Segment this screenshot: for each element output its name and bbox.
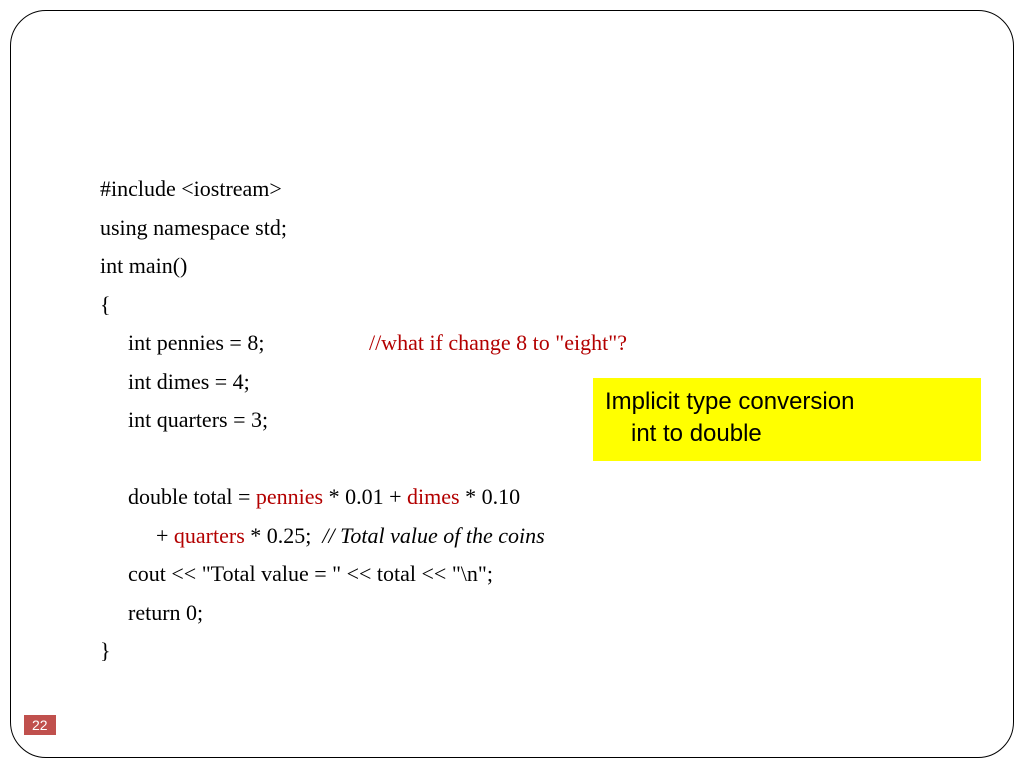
code-variable: dimes <box>407 484 460 509</box>
code-text: * 0.01 + <box>323 484 407 509</box>
code-variable: pennies <box>256 484 323 509</box>
code-variable: quarters <box>174 523 245 548</box>
callout-annotation: Implicit type conversion int to double <box>593 378 981 461</box>
callout-line: int to double <box>605 418 969 450</box>
code-line: int quarters = 3; <box>100 401 627 440</box>
code-line: + quarters * 0.25; // Total value of the… <box>100 517 627 556</box>
code-line: { <box>100 286 627 325</box>
page-number: 22 <box>24 715 56 735</box>
code-gap <box>264 330 369 355</box>
code-line: int pennies = 8; //what if change 8 to "… <box>100 324 627 363</box>
code-comment: //what if change 8 to "eight"? <box>369 330 627 355</box>
code-text: double total = <box>128 484 256 509</box>
code-line: #include <iostream> <box>100 170 627 209</box>
code-text: int pennies = 8; <box>128 330 264 355</box>
code-line: } <box>100 632 627 671</box>
code-block: #include <iostream> using namespace std;… <box>100 170 627 671</box>
code-line: return 0; <box>100 594 627 633</box>
code-text: * 0.25; <box>245 523 323 548</box>
code-comment: // Total value of the coins <box>322 523 544 548</box>
code-line: int main() <box>100 247 627 286</box>
code-text: * 0.10 <box>460 484 521 509</box>
code-line: cout << "Total value = " << total << "\n… <box>100 555 627 594</box>
code-blank-line <box>100 440 627 479</box>
code-line: using namespace std; <box>100 209 627 248</box>
callout-line: Implicit type conversion <box>605 386 969 418</box>
code-line: int dimes = 4; <box>100 363 627 402</box>
code-text: + <box>156 523 174 548</box>
code-line: double total = pennies * 0.01 + dimes * … <box>100 478 627 517</box>
